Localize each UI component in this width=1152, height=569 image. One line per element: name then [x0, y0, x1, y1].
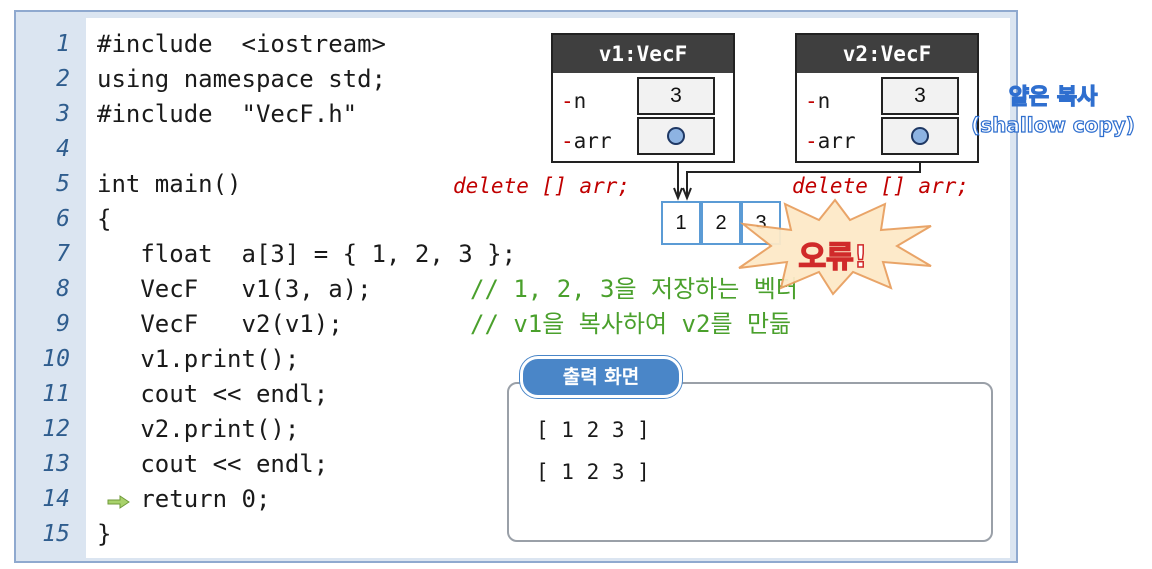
code-line: int main()	[97, 170, 242, 198]
code-line: {	[97, 205, 112, 233]
object-title: v1:VecF	[553, 35, 733, 73]
line-number: 5	[56, 171, 70, 197]
code-line: }	[97, 520, 112, 548]
field-value-n: 3	[637, 77, 715, 115]
line-number: 10	[42, 346, 70, 372]
output-line: [ 1 2 3 ]	[536, 460, 650, 484]
line-number: 11	[42, 381, 70, 407]
code-line: #include "VecF.h"	[97, 100, 358, 128]
line-number: 2	[56, 66, 70, 92]
current-line-arrow-icon	[107, 495, 130, 509]
line-number: 4	[56, 136, 70, 162]
shallow-copy-label: 얕은 복사 (shallow copy)	[971, 84, 1136, 137]
output-line: [ 1 2 3 ]	[536, 418, 650, 442]
code-line: #include <iostream>	[97, 30, 386, 58]
object-v1: v1:VecF -n 3 -arr	[551, 33, 735, 163]
pointer-icon	[667, 127, 685, 145]
code-line: float a[3] = { 1, 2, 3 };	[97, 240, 517, 268]
code-line: cout << endl;	[97, 380, 329, 408]
code-line: using namespace std;	[97, 65, 386, 93]
field-label-n: -n	[805, 89, 831, 113]
code-comment: // v1을 복사하여 v2를 만듦	[470, 310, 792, 338]
line-number: 9	[56, 311, 70, 337]
field-value-arr	[881, 117, 959, 155]
array-cell: 1	[661, 201, 701, 245]
error-label: 오류!	[798, 239, 868, 276]
code-line: v1.print();	[97, 345, 300, 373]
line-number: 1	[56, 31, 70, 57]
field-label-arr: -arr	[805, 129, 856, 153]
line-number: 8	[56, 276, 70, 302]
field-label-n: -n	[561, 89, 587, 113]
line-number: 3	[56, 101, 70, 127]
line-number: 6	[56, 206, 70, 232]
field-label-arr: -arr	[561, 129, 612, 153]
line-number: 7	[56, 241, 70, 267]
field-value-n: 3	[881, 77, 959, 115]
code-line: VecF v2(v1);	[97, 310, 343, 338]
line-number: 14	[42, 486, 70, 512]
object-v2: v2:VecF -n 3 -arr	[795, 33, 979, 163]
delete-label-v2: delete [] arr;	[792, 174, 970, 198]
code-line: cout << endl;	[97, 450, 329, 478]
code-line: VecF v1(3, a);	[97, 275, 372, 303]
output-title: 출력 화면	[520, 356, 682, 398]
code-line: v2.print();	[97, 415, 300, 443]
field-value-arr	[637, 117, 715, 155]
object-title: v2:VecF	[797, 35, 977, 73]
line-number: 13	[42, 451, 70, 477]
pointer-icon	[911, 127, 929, 145]
line-number: 12	[42, 416, 70, 442]
delete-label-v1: delete [] arr;	[453, 174, 631, 198]
line-number: 15	[42, 521, 70, 547]
